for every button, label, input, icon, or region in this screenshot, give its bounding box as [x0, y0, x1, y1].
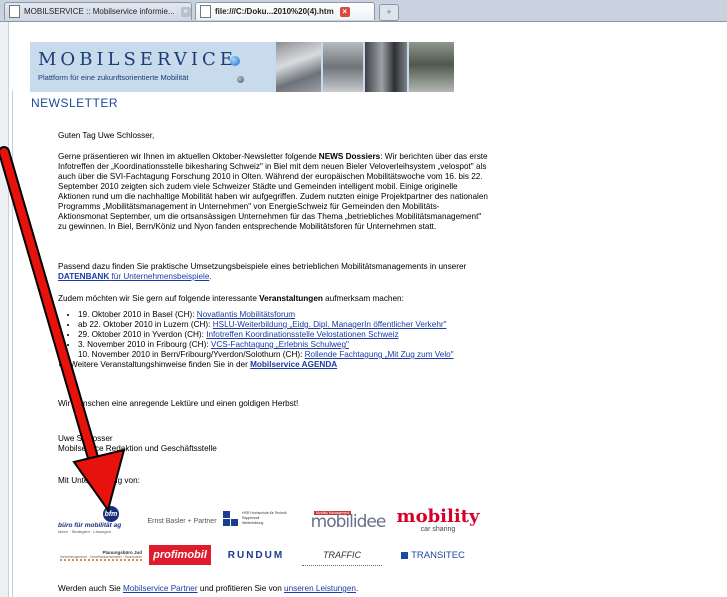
- signature-name: Uwe Schlosser: [58, 434, 113, 443]
- mobilservice-logo: MOBILSERVICE: [38, 49, 237, 70]
- bfm-badge: bfm: [103, 506, 119, 522]
- tab-newsletter-file[interactable]: file:///C:/Doku...2010%20(4).htm ×: [195, 2, 375, 20]
- window-left-edge: [0, 22, 9, 597]
- browser-tab-bar: MOBILSERVICE :: Mobilservice informie...…: [0, 0, 727, 22]
- sponsor-bfm-logo[interactable]: bfm büro für mobilität ag Ideen · Strate…: [58, 503, 138, 537]
- list-item: 29. Oktober 2010 in Yverdon (CH): Infotr…: [78, 330, 518, 340]
- closing-text: Wir wünschen eine anregende Lektüre und …: [58, 399, 299, 408]
- events-list: 19. Oktober 2010 in Basel (CH): Novatlan…: [58, 310, 518, 370]
- list-item: 19. Oktober 2010 in Basel (CH): Novatlan…: [78, 310, 518, 320]
- partner-link[interactable]: Mobilservice Partner: [123, 584, 198, 593]
- sponsor-profimobil-logo[interactable]: profimobil: [149, 545, 211, 565]
- banner-photo-bridge: [276, 42, 321, 92]
- support-label: Mit Unterstützung von:: [58, 476, 140, 485]
- sponsor-logos: bfm büro für mobilität ag Ideen · Strate…: [58, 503, 488, 573]
- intro-paragraph: Gerne präsentieren wir Ihnen im aktuelle…: [58, 152, 488, 232]
- banner-photo-street: [323, 42, 363, 92]
- event-link[interactable]: Infotreffen Koordinationsstelle Velostat…: [206, 330, 398, 339]
- sponsor-mobility-logo[interactable]: mobility car sharing: [397, 503, 480, 537]
- sponsor-jud-logo[interactable]: Planungsbüro Jud Verkehrsingenieure · Um…: [58, 543, 142, 567]
- intro-bold-text: NEWS Dossiers: [318, 152, 381, 161]
- greeting-text: Guten Tag Uwe Schlosser,: [58, 131, 155, 140]
- banner-photo-railway: [409, 42, 454, 92]
- sponsor-hsr-logo[interactable]: HSR Hochschule für Technik Rapperswil Wei…: [223, 505, 303, 531]
- datenbank-link[interactable]: DATENBANK für Unternehmensbeispiele: [58, 272, 209, 281]
- event-link[interactable]: HSLU-Weiterbildung „Eidg. Dipl. ManagerI…: [213, 320, 447, 329]
- datenbank-paragraph: Passend dazu finden Sie praktische Umset…: [58, 262, 467, 281]
- list-item: Weitere Veranstaltungshinweise finden Si…: [70, 360, 518, 370]
- banner-tagline: Plattform für eine zukunftsorientierte M…: [38, 73, 189, 82]
- signature-role: Mobilservice Redaktion und Geschäftsstel…: [58, 444, 217, 453]
- agenda-link[interactable]: Mobilservice AGENDA: [250, 360, 337, 369]
- list-item: ab 22. Oktober 2010 in Luzern (CH): HSLU…: [78, 320, 518, 330]
- new-tab-button[interactable]: +: [379, 4, 399, 21]
- page-icon: [200, 5, 211, 18]
- sponsor-rundum-logo[interactable]: RUNDUM: [218, 545, 294, 565]
- logo-dot-small-icon: [237, 76, 244, 83]
- tab-mobilservice[interactable]: MOBILSERVICE :: Mobilservice informie...…: [4, 2, 192, 20]
- page-divider-line: [12, 90, 13, 597]
- partner-text: Werden auch Sie Mobilservice Partner und…: [58, 584, 359, 593]
- mobilservice-banner[interactable]: MOBILSERVICE Plattform für eine zukunfts…: [30, 42, 454, 92]
- datenbank-text: Passend dazu finden Sie praktische Umset…: [58, 262, 467, 271]
- events-intro: Zudem möchten wir Sie gern auf folgende …: [58, 294, 404, 303]
- close-tab-icon[interactable]: ×: [339, 6, 350, 17]
- sponsor-mobilidee-logo[interactable]: Mobility Management mobilidee: [308, 509, 388, 531]
- tab-label: file:///C:/Doku...2010%20(4).htm: [215, 7, 334, 16]
- intro-text: Gerne präsentieren wir Ihnen im aktuelle…: [58, 152, 319, 161]
- transitec-square-icon: [401, 551, 409, 559]
- banner-photo-people: [365, 42, 407, 92]
- newsletter-heading: NEWSLETTER: [31, 96, 119, 110]
- list-item: 10. November 2010 in Bern/Fribourg/Yverd…: [78, 350, 518, 360]
- event-link[interactable]: Rollende Fachtagung „Mit Zug zum Velo": [305, 350, 454, 359]
- event-link[interactable]: VCS-Fachtagung „Erlebnis Schulweg": [211, 340, 349, 349]
- services-link[interactable]: unseren Leistungen: [284, 584, 356, 593]
- intro-text-rest: : Wir berichten über das erste Infotreff…: [58, 152, 488, 231]
- tab-label: MOBILSERVICE :: Mobilservice informie...: [24, 7, 175, 16]
- sponsor-ebp-logo[interactable]: Ernst Basler + Partner: [144, 511, 220, 531]
- events-bold-text: Veranstaltungen: [259, 294, 323, 303]
- event-link[interactable]: Novatlantis Mobilitätsforum: [197, 310, 295, 319]
- sponsor-traffic-logo[interactable]: TRAFFIC: [302, 545, 382, 566]
- close-tab-icon[interactable]: ×: [180, 6, 191, 17]
- list-item: 3. November 2010 in Fribourg (CH): VCS-F…: [78, 340, 518, 350]
- logo-dot-icon: [230, 56, 240, 66]
- hsr-squares-icon: [223, 510, 238, 526]
- sponsor-transitec-logo[interactable]: TRANSITEC: [392, 547, 474, 563]
- page-icon: [9, 5, 20, 18]
